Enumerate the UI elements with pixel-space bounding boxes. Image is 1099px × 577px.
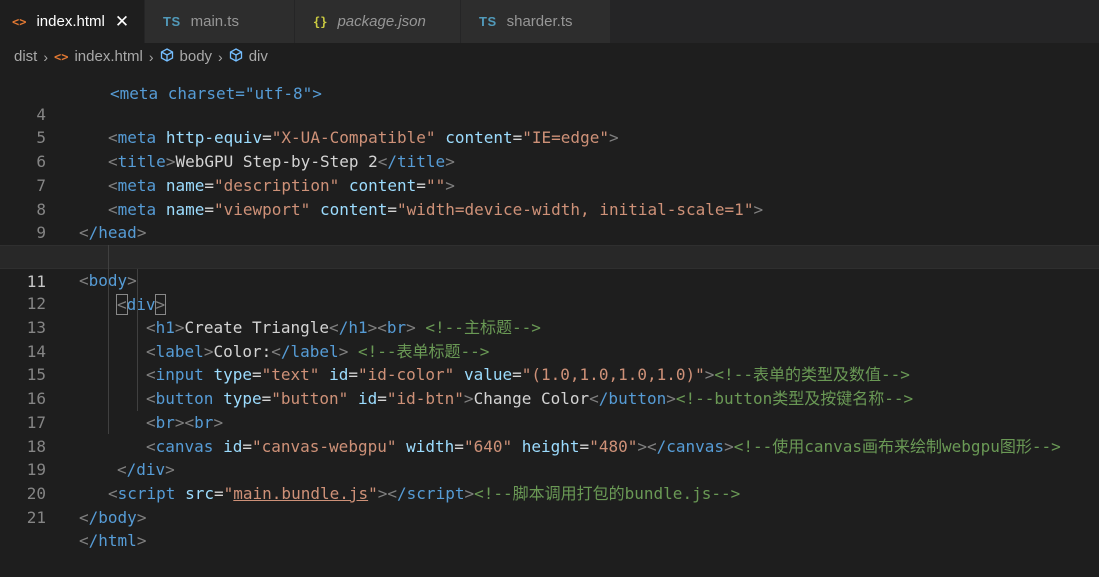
code-line: 9 [0, 198, 1099, 242]
code-line: 15 <button type="button" id="id-btn">Cha… [0, 340, 1099, 408]
code-text: </body> [79, 507, 147, 527]
element-icon [229, 48, 243, 65]
typescript-file-icon: TS [479, 14, 497, 29]
chevron-right-icon: › [148, 48, 154, 65]
html-file-icon: <> [54, 49, 69, 64]
tab-main-ts[interactable]: TS main.ts [145, 0, 295, 43]
code-editor[interactable]: <meta charset="utf-8"> 4 <meta http-equi… [0, 58, 1099, 551]
tab-label: main.ts [190, 13, 239, 30]
indent-guide [108, 244, 109, 434]
code-line-current: 11 <div> [0, 244, 1099, 316]
code-line: 17 <canvas id="canvas-webgpu" width="640… [0, 387, 1099, 456]
indent-guide [137, 268, 138, 411]
code-line: 4 <meta http-equiv="X-UA-Compatible" con… [0, 79, 1099, 148]
code-line: 7 <meta name="viewport" content="width=d… [0, 150, 1099, 219]
typescript-file-icon: TS [163, 14, 181, 29]
code-line: 14 <input type="text" id="id-color" valu… [0, 316, 1099, 385]
breadcrumb-body[interactable]: body [180, 48, 213, 65]
breadcrumb: dist › <> index.html › body › div [0, 43, 1099, 70]
line-number: 21 [26, 507, 46, 527]
tab-bar: <> index.html ✕ TS main.ts {} package.js… [0, 0, 1099, 43]
chevron-right-icon: › [43, 48, 49, 65]
tab-package-json[interactable]: {} package.json [295, 0, 461, 43]
html-file-icon: <> [12, 14, 27, 29]
code-line: 16 <br><br> [0, 363, 1099, 432]
code-text: </html> [79, 531, 147, 551]
tab-sharder-ts[interactable]: TS sharder.ts [461, 0, 611, 43]
json-file-icon: {} [313, 14, 328, 29]
breadcrumb-file[interactable]: index.html [74, 48, 142, 65]
element-icon [160, 48, 174, 65]
tab-label: sharder.ts [506, 13, 573, 30]
tab-label: index.html [36, 13, 105, 30]
code-line: 20 </body> [0, 458, 1099, 527]
code-line: 5 <title>WebGPU Step-by-Step 2</title> [0, 103, 1099, 171]
code-line: 12 <h1>Create Triangle</h1><br> <!--主标题-… [0, 269, 1099, 337]
code-line: 10 <body> [0, 221, 1099, 290]
code-line: 6 <meta name="description" content=""> [0, 126, 1099, 195]
code-line: 21 </html> [0, 482, 1099, 551]
code-line: 19 <script src="main.bundle.js"></script… [0, 435, 1099, 503]
code-line: 13 <label>Color:</label> <!--表单标题--> [0, 292, 1099, 361]
close-icon[interactable]: ✕ [115, 12, 129, 32]
code-line: 8 </head> [0, 174, 1099, 243]
breadcrumb-folder[interactable]: dist [14, 48, 37, 65]
breadcrumb-div[interactable]: div [249, 48, 268, 65]
code-line: 18 </div> [0, 411, 1099, 480]
tab-label: package.json [337, 13, 426, 30]
chevron-right-icon: › [218, 48, 223, 65]
tab-index-html[interactable]: <> index.html ✕ [0, 0, 145, 43]
